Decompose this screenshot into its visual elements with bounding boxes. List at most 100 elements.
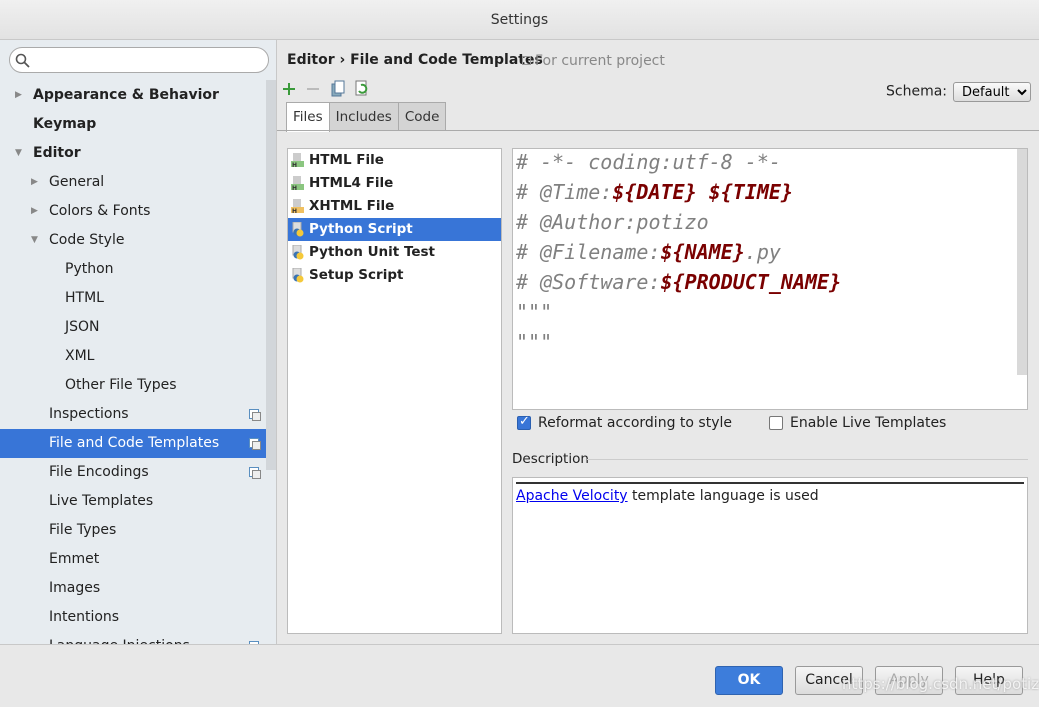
sidebar-item-label: Live Templates bbox=[49, 493, 154, 509]
sidebar-item-file-encodings[interactable]: File Encodings bbox=[0, 458, 266, 487]
add-icon[interactable] bbox=[283, 83, 295, 95]
sidebar-item-html[interactable]: HTML bbox=[0, 284, 266, 313]
sidebar-item-general[interactable]: ▶ General bbox=[0, 168, 266, 197]
checkbox-unchecked-icon bbox=[769, 416, 783, 430]
project-scope-icon bbox=[249, 438, 261, 450]
sidebar-item-label: Code Style bbox=[49, 232, 125, 248]
editor-scrollbar[interactable] bbox=[1017, 149, 1027, 375]
template-item[interactable]: H XHTML File bbox=[288, 195, 501, 218]
live-templates-checkbox[interactable]: Enable Live Templates bbox=[769, 415, 946, 431]
sidebar-item-file-and-code-templates[interactable]: File and Code Templates bbox=[0, 429, 276, 458]
template-item[interactable]: H HTML File bbox=[288, 149, 501, 172]
template-variable: ${PRODUCT_NAME} bbox=[660, 270, 842, 294]
sidebar-item-json[interactable]: JSON bbox=[0, 313, 266, 342]
template-editor[interactable]: # -*- coding:utf-8 -*- # @Time:${DATE} ${… bbox=[512, 148, 1028, 410]
search-icon bbox=[15, 53, 30, 68]
live-templates-label: Enable Live Templates bbox=[790, 415, 947, 431]
sidebar-item-python[interactable]: Python bbox=[0, 255, 266, 284]
template-name: HTML4 File bbox=[309, 175, 394, 191]
code-line: """ bbox=[516, 327, 1027, 357]
chevron-right-icon[interactable]: ▶ bbox=[31, 168, 38, 197]
sidebar-scrollbar[interactable] bbox=[266, 80, 276, 470]
code-line: # @Author:potizo bbox=[516, 207, 1027, 237]
project-scope-icon bbox=[249, 467, 261, 479]
template-item[interactable]: Setup Script bbox=[288, 264, 501, 287]
code-text: # @Author:potizo bbox=[516, 210, 709, 234]
sidebar-item-label: File and Code Templates bbox=[49, 435, 220, 451]
sidebar-item-editor[interactable]: ▼ Editor bbox=[0, 139, 266, 168]
code-text: """ bbox=[516, 330, 553, 354]
sidebar-item-label: Python bbox=[65, 261, 114, 277]
code-text: # @Software: bbox=[516, 270, 661, 294]
code-text: """ bbox=[516, 300, 553, 324]
code-text: # -*- coding:utf-8 -*- bbox=[516, 150, 781, 174]
project-scope-icon bbox=[249, 409, 261, 421]
reformat-checkbox[interactable]: Reformat according to style bbox=[517, 414, 732, 431]
svg-text:H: H bbox=[292, 208, 297, 214]
sidebar-item-emmet[interactable]: Emmet bbox=[0, 545, 266, 574]
schema-selector: Schema: Default bbox=[886, 82, 1032, 102]
tab-includes[interactable]: Includes bbox=[328, 102, 399, 131]
sidebar-item-label: XML bbox=[65, 348, 95, 364]
reset-icon[interactable] bbox=[355, 80, 368, 96]
schema-dropdown[interactable]: Default bbox=[953, 82, 1032, 102]
sidebar-item-label: Keymap bbox=[33, 116, 97, 132]
template-name: Setup Script bbox=[309, 267, 404, 283]
code-text: # @Filename: bbox=[516, 240, 661, 264]
sidebar-item-live-templates[interactable]: Live Templates bbox=[0, 487, 266, 516]
svg-text:H: H bbox=[292, 162, 297, 168]
sidebar-item-intentions[interactable]: Intentions bbox=[0, 603, 266, 632]
chevron-right-icon[interactable]: ▶ bbox=[15, 81, 22, 110]
tab-divider bbox=[277, 130, 1039, 131]
code-text: .py bbox=[744, 240, 781, 264]
sidebar-item-appearance-behavior[interactable]: ▶ Appearance & Behavior bbox=[0, 81, 266, 110]
chevron-down-icon[interactable]: ▼ bbox=[31, 226, 38, 255]
code-line: """ bbox=[516, 297, 1027, 327]
python-icon bbox=[291, 267, 305, 283]
sidebar-item-other-file-types[interactable]: Other File Types bbox=[0, 371, 266, 400]
sidebar-item-file-types[interactable]: File Types bbox=[0, 516, 266, 545]
code-line: # -*- coding:utf-8 -*- bbox=[516, 149, 1027, 177]
template-item[interactable]: H HTML4 File bbox=[288, 172, 501, 195]
scope-label: For current project bbox=[522, 53, 665, 69]
description-text: template language is used bbox=[627, 488, 819, 504]
sidebar-item-code-style[interactable]: ▼ Code Style bbox=[0, 226, 266, 255]
code-text: # @Time: bbox=[516, 180, 613, 204]
window-title: Settings bbox=[0, 0, 1039, 40]
watermark: https://blog.csdn.net/potizo bbox=[842, 675, 1039, 693]
sidebar-item-label: General bbox=[49, 174, 105, 190]
tab-files[interactable]: Files bbox=[286, 102, 330, 132]
sidebar-item-inspections[interactable]: Inspections bbox=[0, 400, 266, 429]
sidebar-item-label: JSON bbox=[65, 319, 100, 335]
sidebar-item-keymap[interactable]: Keymap bbox=[0, 110, 266, 139]
sidebar-item-label: File Encodings bbox=[49, 464, 149, 480]
python-icon bbox=[291, 221, 305, 237]
main-panel: Editor › File and Code Templates For cur… bbox=[277, 40, 1039, 644]
ok-button[interactable]: OK bbox=[715, 666, 783, 695]
search-input[interactable] bbox=[9, 47, 269, 73]
sidebar-item-label: Emmet bbox=[49, 551, 100, 567]
sidebar-item-label: Editor bbox=[33, 145, 81, 161]
template-name: XHTML File bbox=[309, 198, 395, 214]
template-item[interactable]: Python Script bbox=[288, 218, 501, 241]
sidebar-item-xml[interactable]: XML bbox=[0, 342, 266, 371]
template-name: HTML File bbox=[309, 152, 384, 168]
template-item[interactable]: Python Unit Test bbox=[288, 241, 501, 264]
description-box: Apache Velocity template language is use… bbox=[512, 477, 1028, 634]
sidebar-item-label: Intentions bbox=[49, 609, 120, 625]
template-name: Python Unit Test bbox=[309, 244, 436, 260]
sidebar-item-label: Inspections bbox=[49, 406, 129, 422]
sidebar-item-images[interactable]: Images bbox=[0, 574, 266, 603]
sidebar-item-colors-fonts[interactable]: ▶ Colors & Fonts bbox=[0, 197, 266, 226]
apache-velocity-link[interactable]: Apache Velocity bbox=[516, 488, 628, 504]
settings-sidebar: ▶ Appearance & Behavior Keymap ▼ Editor ▶ Gene… bbox=[0, 40, 277, 644]
chevron-down-icon[interactable]: ▼ bbox=[15, 139, 22, 168]
description-divider bbox=[587, 459, 1028, 460]
code-line: # @Filename:${NAME}.py bbox=[516, 237, 1027, 267]
tab-code[interactable]: Code bbox=[397, 102, 447, 131]
template-variable: ${DATE} ${TIME} bbox=[612, 180, 793, 204]
chevron-right-icon[interactable]: ▶ bbox=[31, 197, 38, 226]
code-line: # @Software:${PRODUCT_NAME} bbox=[516, 267, 1027, 297]
copy-icon[interactable] bbox=[331, 80, 345, 97]
sidebar-item-language-injections[interactable]: Language Injections bbox=[0, 632, 266, 644]
